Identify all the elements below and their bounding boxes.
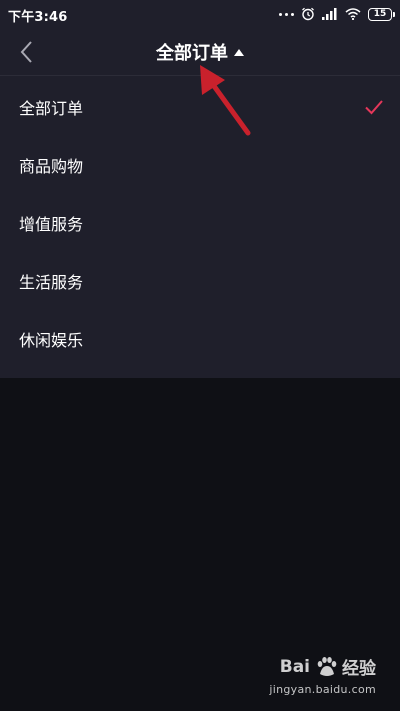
app-screen: 下午3:46 15 全部订单 全部订单 商品购物 增值服务 生活服务 休闲娱乐 …: [0, 0, 400, 711]
annotation-arrow-icon: [200, 65, 251, 136]
baidu-jingyan-watermark: Bai 经验 jingyan.baidu.com: [246, 654, 376, 704]
watermark-brand-suffix: 经验: [342, 659, 376, 679]
watermark-brand-prefix: Bai: [279, 656, 310, 677]
watermark-url: jingyan.baidu.com: [269, 683, 376, 696]
paw-icon: [317, 656, 337, 676]
